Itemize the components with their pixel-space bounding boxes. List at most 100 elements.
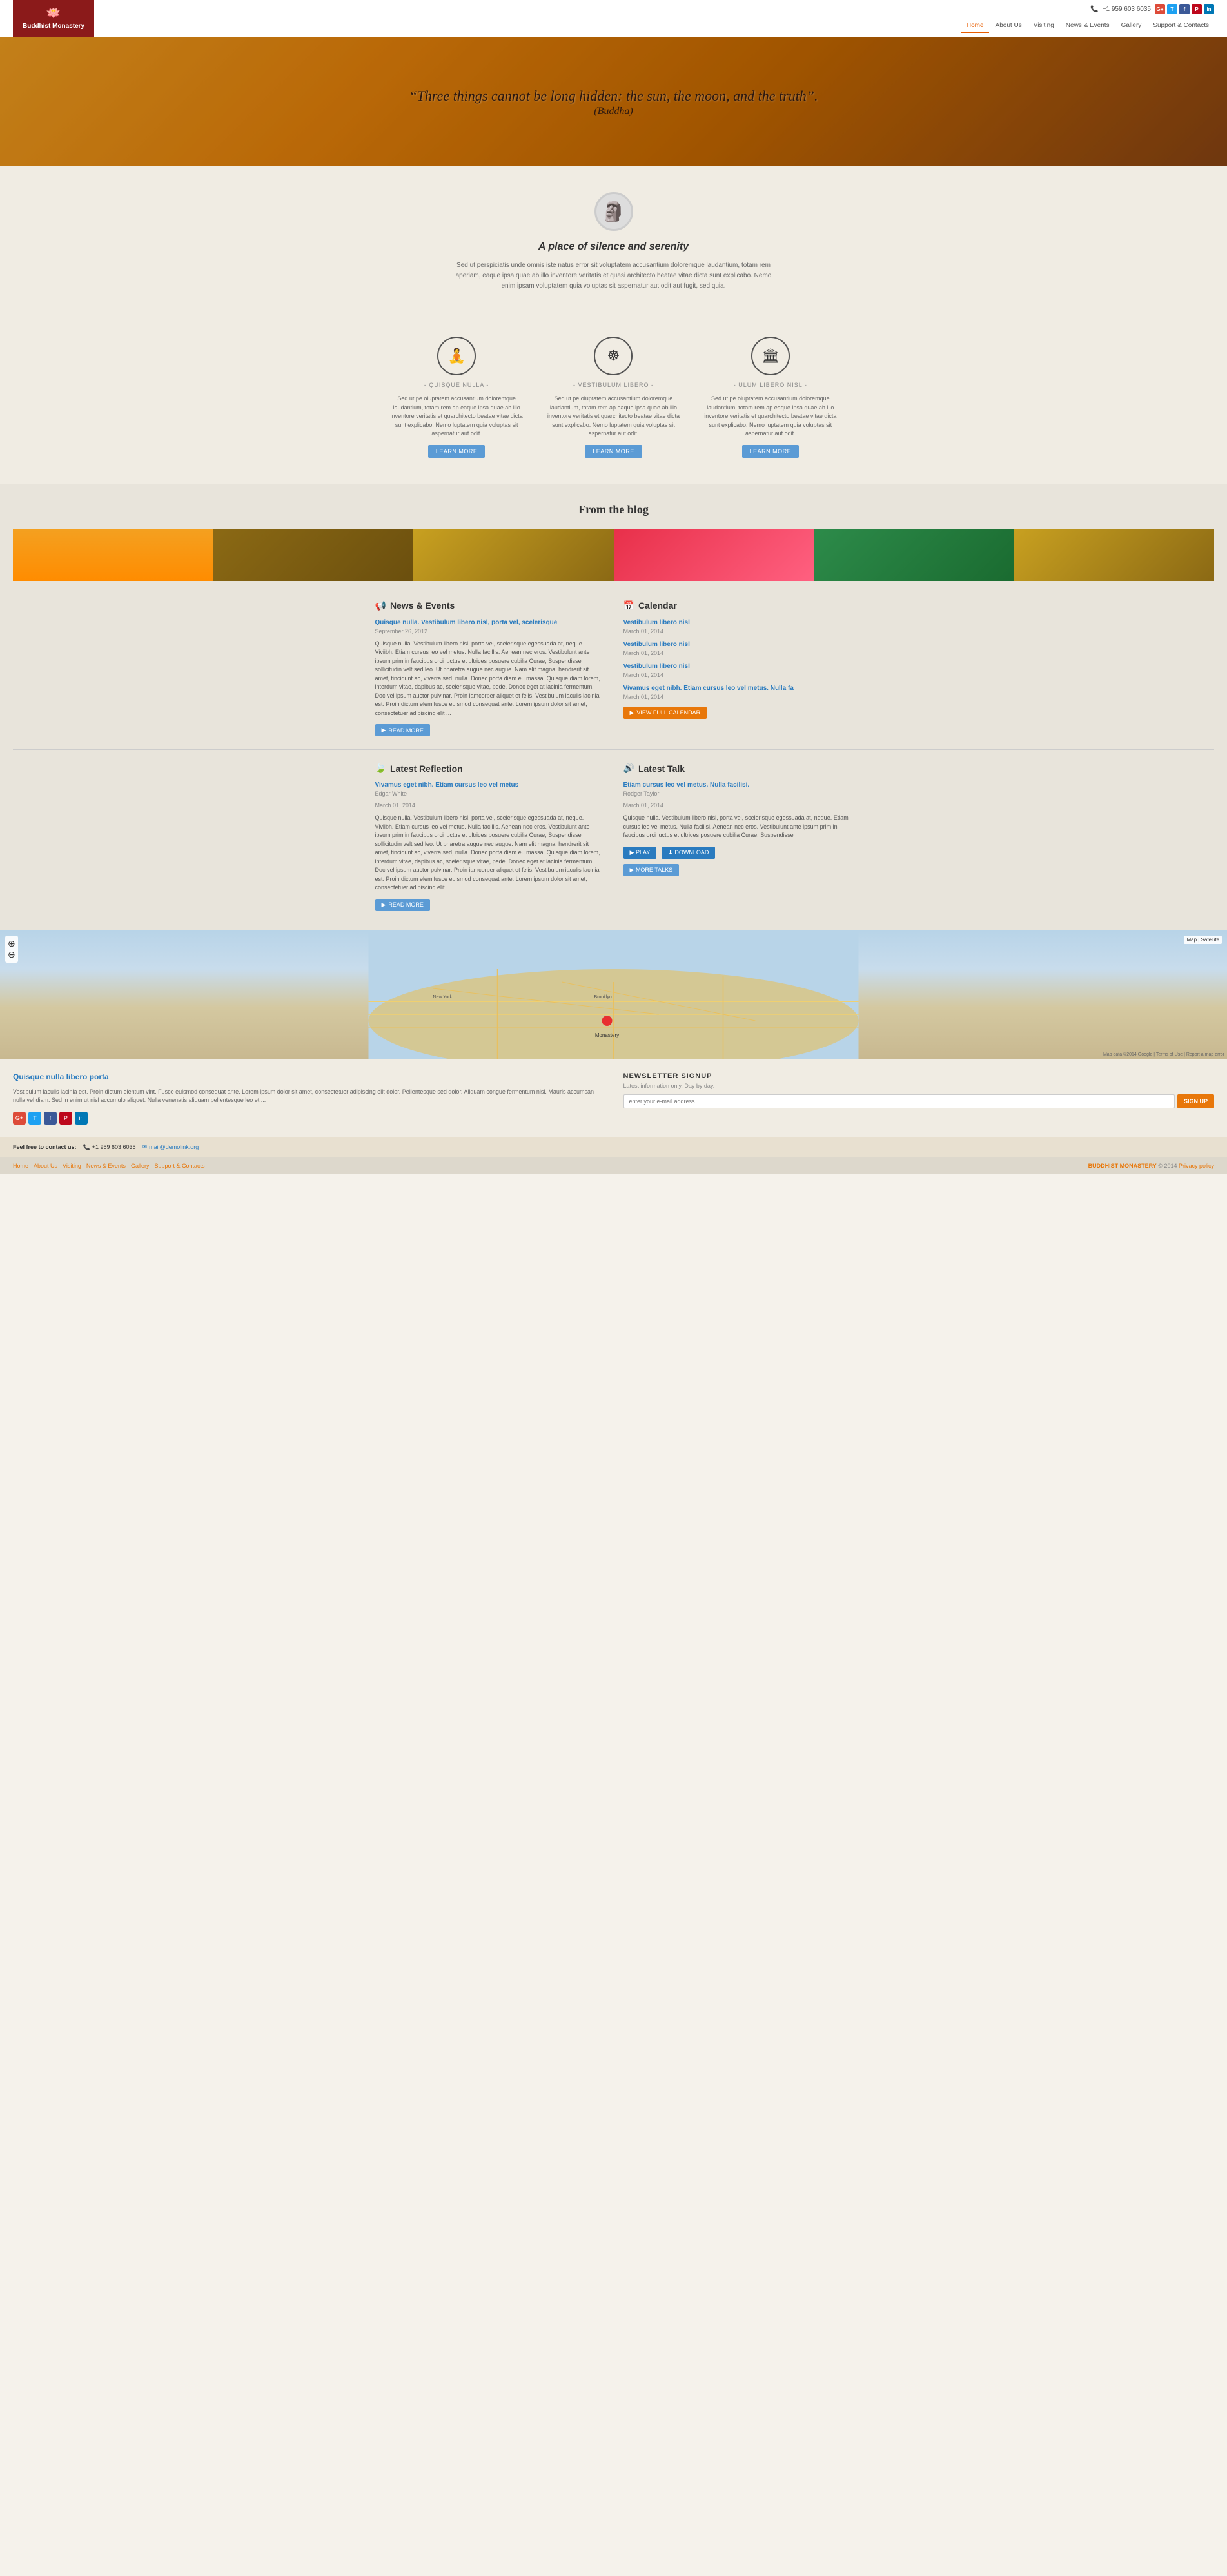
footer-linkedin-btn[interactable]: in — [75, 1112, 88, 1125]
phone-icon-footer: 📞 — [83, 1144, 90, 1151]
blog-image-6[interactable] — [1014, 529, 1215, 581]
talk-date: March 01, 2014 — [623, 802, 852, 809]
read-more-btn[interactable]: ▶ READ MORE — [375, 724, 430, 736]
news-date: September 26, 2012 — [375, 628, 604, 634]
map-credit: Map data ©2014 Google | Terms of Use | R… — [1103, 1052, 1224, 1057]
footer-google-btn[interactable]: G+ — [13, 1112, 26, 1125]
learn-more-btn-1[interactable]: LEARN MORE — [428, 445, 486, 458]
calendar-title: 📅 Calendar — [623, 600, 852, 611]
hero-text: “Three things cannot be long hidden: the… — [409, 86, 818, 118]
feature-icon-1: 🧘 — [437, 337, 476, 375]
calendar-item-2: Vestibulum libero nisl March 01, 2014 — [623, 641, 852, 656]
social-icons: G+ T f P in — [1155, 4, 1214, 14]
svg-text:Brooklyn: Brooklyn — [594, 995, 612, 999]
cal-link-2[interactable]: Vestibulum libero nisl — [623, 641, 852, 648]
footer-col-1: Quisque nulla libero porta Vestibulum ia… — [13, 1072, 604, 1125]
features-grid: 🧘 - QUISQUE NULLA - Sed ut pe oluptatem … — [388, 337, 839, 458]
learn-more-btn-3[interactable]: LEARN MORE — [742, 445, 800, 458]
footer-nav-visiting[interactable]: Visiting — [63, 1163, 81, 1169]
blog-image-1[interactable] — [13, 529, 213, 581]
nav-gallery[interactable]: Gallery — [1116, 19, 1147, 33]
map-zoom-controls[interactable]: ⊕⊖ — [5, 936, 18, 963]
footer-col-2: NEWSLETTER SIGNUP Latest information onl… — [623, 1072, 1215, 1125]
footer-contact-bar: Feel free to contact us: 📞 +1 959 603 60… — [0, 1137, 1227, 1157]
cal-link-4[interactable]: Vivamus eget nibh. Etiam cursus leo vel … — [623, 685, 852, 692]
signup-button[interactable]: SIGN UP — [1177, 1094, 1214, 1108]
blog-image-2[interactable] — [213, 529, 414, 581]
cal-link-1[interactable]: Vestibulum libero nisl — [623, 619, 852, 626]
nav-about[interactable]: About Us — [990, 19, 1027, 33]
footer-nav-gallery[interactable]: Gallery — [131, 1163, 150, 1169]
news-events-col: 📢 News & Events Quisque nulla. Vestibulu… — [375, 600, 604, 737]
talk-link[interactable]: Etiam cursus leo vel metus. Nulla facili… — [623, 782, 852, 789]
footer-col-title: Quisque nulla libero porta — [13, 1072, 604, 1081]
play-icon: ▶ — [630, 849, 634, 856]
arrow-icon: ▶ — [382, 727, 386, 734]
nav-home[interactable]: Home — [961, 19, 989, 33]
reflection-read-more[interactable]: ▶ READ MORE — [375, 899, 430, 911]
map-placeholder[interactable]: Monastery New York Brooklyn ⊕⊖ Map | Sat… — [0, 930, 1227, 1059]
cal-date-2: March 01, 2014 — [623, 650, 852, 656]
footer-nav-home[interactable]: Home — [13, 1163, 28, 1169]
nav-visiting[interactable]: Visiting — [1028, 19, 1059, 33]
feature-1: 🧘 - QUISQUE NULLA - Sed ut pe oluptatem … — [388, 337, 525, 458]
calendar-col: 📅 Calendar Vestibulum libero nisl March … — [623, 600, 852, 737]
footer-nav-news[interactable]: News & Events — [86, 1163, 126, 1169]
footer-email[interactable]: ✉ mail@demolink.org — [142, 1144, 199, 1151]
feature-icon-2: ☸ — [594, 337, 633, 375]
news-item-link[interactable]: Quisque nulla. Vestibulum libero nisl, p… — [375, 619, 604, 626]
feature-title-2: - VESTIBULUM LIBERO - — [545, 382, 682, 388]
feature-2: ☸ - VESTIBULUM LIBERO - Sed ut pe olupta… — [545, 337, 682, 458]
google-plus-btn[interactable]: G+ — [1155, 4, 1165, 14]
svg-text:Monastery: Monastery — [595, 1032, 619, 1038]
two-col-layout-2: 🍃 Latest Reflection Vivamus eget nibh. E… — [369, 763, 859, 911]
map-svg: Monastery New York Brooklyn — [0, 930, 1227, 1059]
privacy-link[interactable]: Privacy policy — [1179, 1163, 1214, 1169]
footer-twitter-btn[interactable]: T — [28, 1112, 41, 1125]
logo-icon: 🪷 — [46, 6, 61, 20]
footer-nav-about[interactable]: About Us — [34, 1163, 57, 1169]
footer-top: Quisque nulla libero porta Vestibulum ia… — [0, 1059, 1227, 1137]
hero-quote: “Three things cannot be long hidden: the… — [409, 86, 818, 106]
feature-3: 🏛 - ULUM LIBERO NISL - Sed ut pe oluptat… — [702, 337, 839, 458]
news-icon: 📢 — [375, 600, 386, 611]
newsletter-title: NEWSLETTER SIGNUP — [623, 1072, 1215, 1080]
talk-title: 🔊 Latest Talk — [623, 763, 852, 774]
linkedin-btn[interactable]: in — [1204, 4, 1214, 14]
reflection-text: Quisque nulla. Vestibulum libero nisl, p… — [375, 814, 604, 892]
footer-contact-info: Feel free to contact us: 📞 +1 959 603 60… — [13, 1144, 199, 1151]
nav-support[interactable]: Support & Contacts — [1148, 19, 1214, 33]
reflection-col: 🍃 Latest Reflection Vivamus eget nibh. E… — [375, 763, 604, 911]
main-nav: Home About Us Visiting News & Events Gal… — [961, 19, 1214, 33]
footer-nav-support[interactable]: Support & Contacts — [154, 1163, 204, 1169]
view-calendar-btn[interactable]: ▶ VIEW FULL CALENDAR — [623, 707, 707, 719]
blog-image-grid — [13, 529, 1214, 581]
newsletter-sub: Latest information only. Day by day. — [623, 1083, 1215, 1089]
email-input[interactable] — [623, 1094, 1175, 1108]
reflection-link[interactable]: Vivamus eget nibh. Etiam cursus leo vel … — [375, 782, 604, 789]
reflection-title: 🍃 Latest Reflection — [375, 763, 604, 774]
learn-more-btn-2[interactable]: LEARN MORE — [585, 445, 642, 458]
intro-section: 🗿 A place of silence and serenity Sed ut… — [0, 166, 1227, 317]
download-btn[interactable]: ⬇ DOWNLOAD — [662, 847, 715, 859]
facebook-btn[interactable]: f — [1179, 4, 1190, 14]
pinterest-btn[interactable]: P — [1192, 4, 1202, 14]
blog-image-3[interactable] — [413, 529, 614, 581]
calendar-item-4: Vivamus eget nibh. Etiam cursus leo vel … — [623, 685, 852, 700]
cal-link-3[interactable]: Vestibulum libero nisl — [623, 663, 852, 670]
footer-nav-bottom: Home About Us Visiting News & Events Gal… — [0, 1157, 1227, 1174]
nav-news[interactable]: News & Events — [1061, 19, 1115, 33]
talk-author: Rodger Taylor — [623, 791, 852, 797]
twitter-btn[interactable]: T — [1167, 4, 1177, 14]
blog-image-4[interactable] — [614, 529, 814, 581]
feature-desc-2: Sed ut pe oluptatem accusantium doloremq… — [545, 395, 682, 438]
intro-title: A place of silence and serenity — [13, 241, 1214, 253]
header-right: 📞 +1 959 603 6035 G+ T f P in Home About… — [961, 4, 1214, 33]
map-type-toggle[interactable]: Map | Satellite — [1184, 936, 1222, 944]
footer-facebook-btn[interactable]: f — [44, 1112, 57, 1125]
more-talks-btn[interactable]: ▶ MORE TALKS — [623, 864, 680, 876]
blog-image-5[interactable] — [814, 529, 1014, 581]
feature-title-1: - QUISQUE NULLA - — [388, 382, 525, 388]
footer-pinterest-btn[interactable]: P — [59, 1112, 72, 1125]
play-btn[interactable]: ▶ PLAY — [623, 847, 657, 859]
